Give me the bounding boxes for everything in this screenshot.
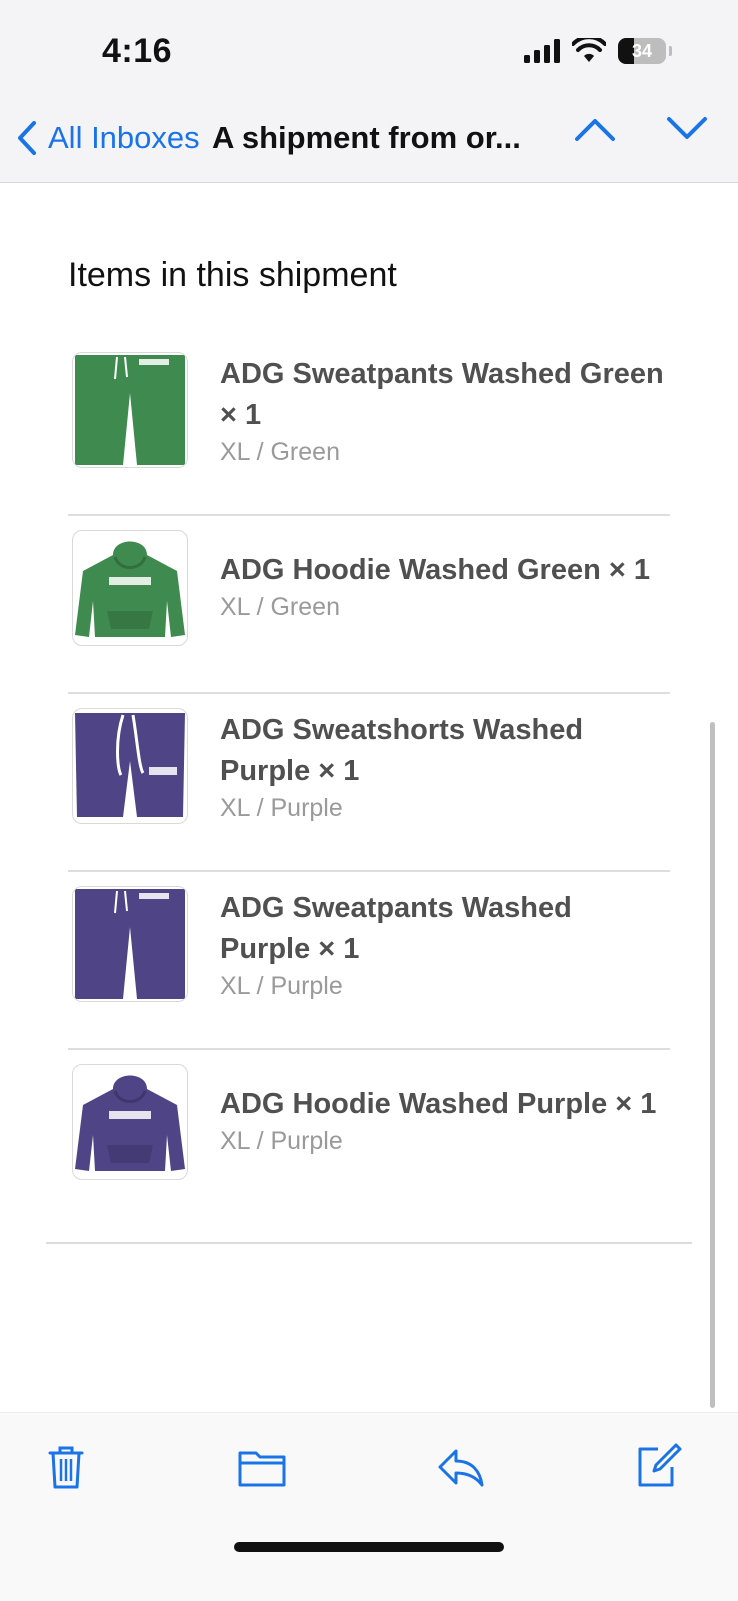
section-title: Items in this shipment	[68, 256, 397, 294]
item-variant: XL / Purple	[220, 972, 343, 1000]
list-item[interactable]: ADG Sweatpants Washed Green × 1 XL / Gre…	[68, 338, 670, 516]
trash-icon	[48, 1446, 84, 1489]
chevron-up-icon[interactable]	[574, 116, 616, 142]
product-thumbnail	[72, 886, 188, 1002]
shipment-items: ADG Sweatpants Washed Green × 1 XL / Gre…	[68, 338, 670, 1226]
item-name: ADG Sweatpants Washed Purple × 1	[220, 892, 572, 965]
folder-icon	[238, 1451, 286, 1487]
product-thumbnail	[72, 352, 188, 468]
list-item[interactable]: ADG Hoodie Washed Purple × 1 XL / Purple	[68, 1050, 670, 1226]
item-name: ADG Hoodie Washed Purple × 1	[220, 1088, 657, 1120]
reply-button[interactable]	[434, 1441, 486, 1493]
wifi-icon	[572, 38, 606, 62]
top-bar: 4:16 34 All Inboxes A shipment from or..…	[0, 0, 738, 183]
message-subject: A shipment from or...	[212, 120, 521, 155]
reply-icon	[438, 1449, 484, 1487]
list-item[interactable]: ADG Hoodie Washed Green × 1 XL / Green	[68, 516, 670, 694]
chevron-left-icon	[18, 121, 36, 155]
compose-button[interactable]	[632, 1441, 684, 1493]
item-name: ADG Hoodie Washed Green × 1	[220, 554, 650, 586]
status-time: 4:16	[102, 32, 173, 70]
battery-icon: 34	[618, 38, 672, 64]
product-thumbnail	[72, 708, 188, 824]
status-icons: 34	[524, 38, 672, 64]
item-variant: XL / Purple	[220, 1127, 343, 1155]
list-item[interactable]: ADG Sweatpants Washed Purple × 1 XL / Pu…	[68, 872, 670, 1050]
message-arrows	[574, 116, 708, 142]
mail-nav-bar: All Inboxes A shipment from or...	[0, 110, 738, 170]
section-divider	[46, 1242, 692, 1244]
cellular-signal-icon	[524, 39, 560, 63]
battery-percent: 34	[631, 40, 653, 61]
chevron-down-icon[interactable]	[666, 116, 708, 142]
bottom-toolbar	[0, 1412, 738, 1601]
compose-icon	[638, 1443, 682, 1487]
scrollbar[interactable]	[710, 722, 715, 1408]
product-thumbnail	[72, 530, 188, 646]
back-label: All Inboxes	[48, 120, 200, 155]
product-thumbnail	[72, 1064, 188, 1180]
item-variant: XL / Green	[220, 593, 340, 621]
item-variant: XL / Purple	[220, 794, 343, 822]
delete-button[interactable]	[40, 1441, 92, 1493]
home-indicator[interactable]	[234, 1542, 504, 1552]
item-name: ADG Sweatpants Washed Green × 1	[220, 358, 664, 431]
back-button[interactable]: All Inboxes	[16, 120, 200, 156]
list-item[interactable]: ADG Sweatshorts Washed Purple × 1 XL / P…	[68, 694, 670, 872]
item-name: ADG Sweatshorts Washed Purple × 1	[220, 714, 584, 787]
item-variant: XL / Green	[220, 438, 340, 466]
move-folder-button[interactable]	[236, 1441, 288, 1493]
